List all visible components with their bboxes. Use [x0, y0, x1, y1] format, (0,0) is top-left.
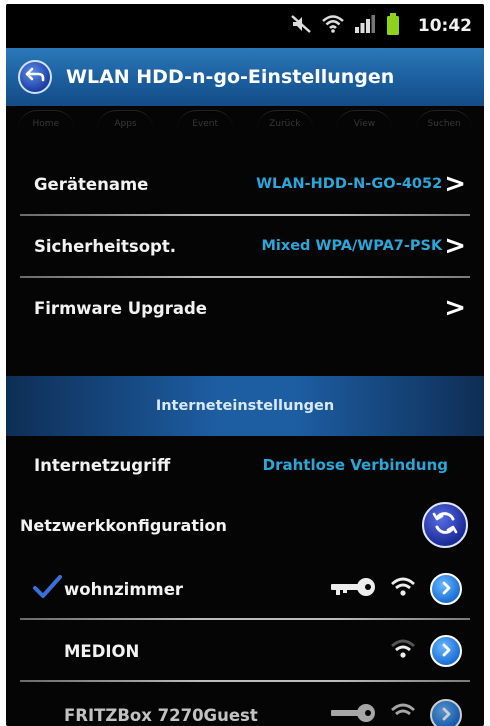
- key-icon: [330, 576, 376, 602]
- internet-access-row[interactable]: Internetzugriff Drahtlose Verbindung: [6, 436, 484, 494]
- wifi-signal-icon: [390, 576, 416, 602]
- setting-label: Gerätename: [34, 174, 149, 194]
- status-bar: 10:42: [6, 4, 484, 48]
- title-bar: WLAN HDD-n-go-Einstellungen: [6, 48, 484, 106]
- ghost-toolbar-item: Home: [17, 109, 74, 129]
- divider: [20, 680, 470, 682]
- phone-screen: 10:42 WLAN HDD-n-go-Einstellungen Home A…: [6, 4, 484, 726]
- network-item[interactable]: wohnzimmer: [6, 558, 484, 620]
- signal-icon: [354, 14, 376, 38]
- setting-value: Mixed WPA/WPA7-PSK: [261, 238, 443, 254]
- network-item[interactable]: MEDION: [6, 620, 484, 682]
- network-details-button[interactable]: [430, 635, 462, 667]
- wifi-signal-icon: [390, 702, 416, 726]
- chevron-right-icon: >: [444, 231, 466, 261]
- network-details-button[interactable]: [430, 699, 462, 726]
- setting-label: Sicherheitsopt.: [34, 236, 176, 256]
- chevron-right-icon: >: [444, 169, 466, 199]
- ghost-toolbar-item: View: [336, 109, 393, 129]
- chevron-right-icon: >: [444, 293, 466, 323]
- section-header-internet: Interneteinstellungen: [6, 376, 484, 436]
- chevron-right-icon: [439, 642, 453, 661]
- ghost-toolbar-item: Suchen: [416, 109, 473, 129]
- mute-icon: [290, 14, 312, 38]
- chevron-right-icon: [439, 580, 453, 599]
- setting-firmware-upgrade[interactable]: Firmware Upgrade >: [6, 278, 484, 338]
- setting-device-name[interactable]: Gerätename WLAN-HDD-N-GO-4052 >: [6, 154, 484, 214]
- network-name: FRITZBox 7270Guest: [64, 705, 258, 725]
- ghost-toolbar-item: Apps: [97, 109, 154, 129]
- ghost-toolbar-item: Event: [177, 109, 234, 129]
- checkmark-icon: [32, 575, 62, 603]
- network-name: wohnzimmer: [64, 579, 184, 599]
- network-item[interactable]: FRITZBox 7270Guest: [6, 684, 484, 726]
- clock: 10:42: [417, 16, 472, 36]
- ghost-toolbar-item: Zurück: [256, 109, 313, 129]
- setting-security[interactable]: Sicherheitsopt. Mixed WPA/WPA7-PSK >: [6, 216, 484, 276]
- refresh-icon: [431, 509, 459, 541]
- setting-label: Firmware Upgrade: [34, 298, 208, 318]
- network-config-row: Netzwerkkonfiguration: [6, 494, 484, 556]
- settings-list: Gerätename WLAN-HDD-N-GO-4052 > Sicherhe…: [6, 154, 484, 338]
- chevron-right-icon: [439, 706, 453, 725]
- back-arrow-icon: [25, 67, 45, 87]
- refresh-button[interactable]: [422, 502, 468, 548]
- ghost-toolbar: Home Apps Event Zurück View Suchen: [6, 106, 484, 132]
- wifi-icon: [322, 14, 344, 38]
- key-icon: [330, 702, 376, 726]
- page-title: WLAN HDD-n-go-Einstellungen: [66, 66, 395, 88]
- internet-access-label: Internetzugriff: [34, 455, 171, 475]
- setting-value: WLAN-HDD-N-GO-4052: [256, 176, 443, 192]
- network-details-button[interactable]: [430, 573, 462, 605]
- back-button[interactable]: [18, 60, 52, 94]
- battery-icon: [386, 13, 400, 39]
- wifi-signal-icon: [390, 638, 416, 664]
- network-name: MEDION: [64, 641, 140, 661]
- internet-access-value: Drahtlose Verbindung: [262, 456, 448, 474]
- network-config-label: Netzwerkkonfiguration: [20, 515, 227, 535]
